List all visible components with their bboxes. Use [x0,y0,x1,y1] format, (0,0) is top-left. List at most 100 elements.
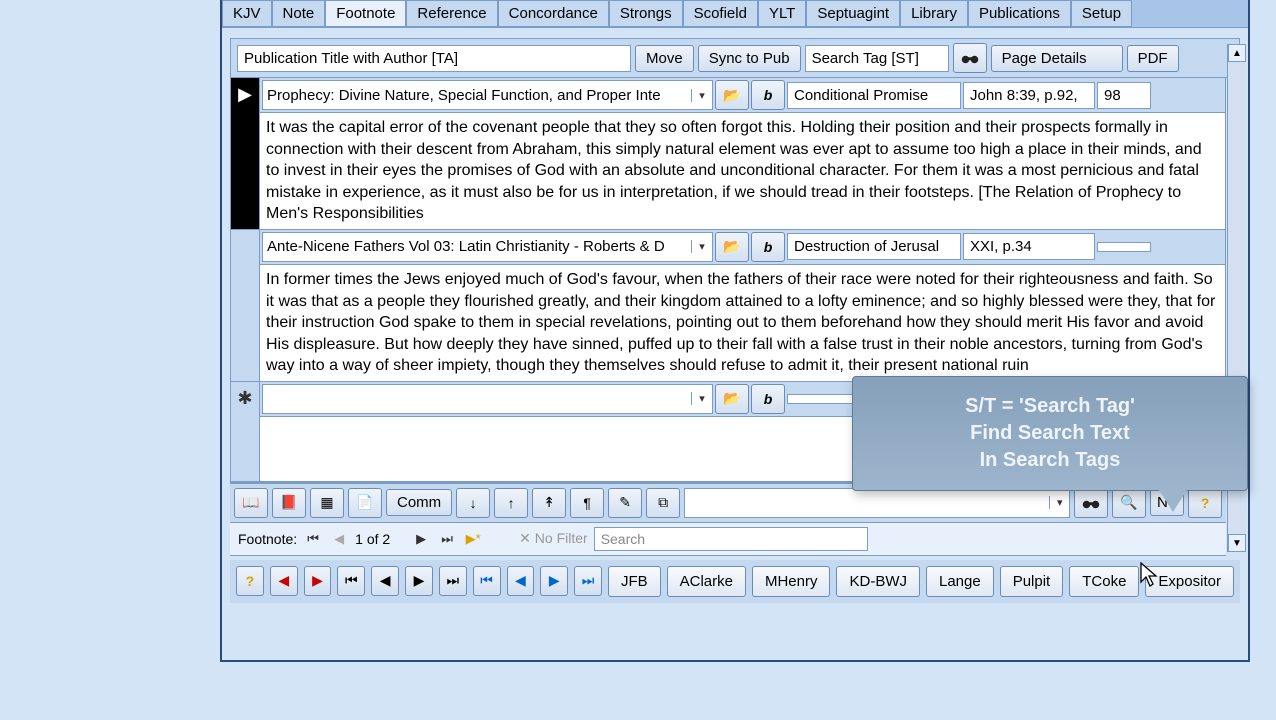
open-folder-icon[interactable]: 📂 [715,80,749,110]
edit-page-icon[interactable]: ✎ [608,488,642,518]
chevron-down-icon[interactable]: ▾ [691,89,712,102]
grid-icon[interactable]: ▦ [310,488,344,518]
binoculars-icon[interactable] [1074,488,1108,518]
entry-body-text[interactable]: It was the capital error of the covenant… [260,113,1225,229]
binoculars-icon[interactable] [953,43,987,73]
chevron-down-icon[interactable]: ▾ [691,392,712,405]
first-record-icon[interactable]: ⏮ [303,529,323,549]
tab-septuagint[interactable]: Septuagint [806,0,900,27]
tab-row: KJVNoteFootnoteReferenceConcordanceStron… [222,0,1248,28]
bold-italic-icon[interactable]: b [751,384,785,414]
prev-blue-icon[interactable]: ◀ [507,566,535,596]
prev-record-icon[interactable]: ◀ [329,529,349,549]
open-folder-icon[interactable]: 📂 [715,232,749,262]
commentary-pulpit[interactable]: Pulpit [1000,566,1064,597]
commentary-tcoke[interactable]: TCoke [1069,566,1139,597]
entry-page-field[interactable] [1097,242,1151,252]
next-red-icon[interactable]: ▶ [304,566,332,596]
publication-title-field[interactable]: Publication Title with Author [TA] [237,45,631,72]
next-black-icon[interactable]: ▶ [405,566,433,596]
entry-title-input[interactable] [263,388,691,409]
tab-scofield[interactable]: Scofield [683,0,758,27]
entry-tag-field[interactable]: Conditional Promise [787,82,961,109]
commentary-mhenry[interactable]: MHenry [752,566,831,597]
last-record-icon[interactable]: ⏭ [437,529,457,549]
tab-library[interactable]: Library [900,0,968,27]
commentary-lange[interactable]: Lange [926,566,994,597]
tooltip-line: Find Search Text [865,420,1235,447]
next-blue-icon[interactable]: ▶ [540,566,568,596]
open-folder-icon[interactable]: 📂 [715,384,749,414]
tab-publications[interactable]: Publications [968,0,1071,27]
tab-setup[interactable]: Setup [1071,0,1132,27]
sync-to-pub-button[interactable]: Sync to Pub [698,45,801,72]
tab-ylt[interactable]: YLT [758,0,806,27]
record-nav: Footnote: ⏮ ◀ 1 of 2 ▶ ⏭ ▶* ✕ No Filter … [230,523,1226,556]
entry-title-combo[interactable]: ▾ [262,80,713,110]
entry-title-input[interactable] [263,85,691,106]
move-button[interactable]: Move [635,45,694,72]
prev-red-icon[interactable]: ◀ [270,566,298,596]
record-gutter[interactable] [231,230,260,381]
link-icon[interactable]: ⧉ [646,488,680,518]
header-tools: Publication Title with Author [TA] Move … [230,38,1240,78]
chevron-down-icon[interactable]: ▾ [691,240,712,253]
commentary-aclarke[interactable]: AClarke [667,566,746,597]
arrow-up-icon[interactable]: ↑ [494,488,528,518]
nav-search-input[interactable]: Search [594,527,868,551]
help-icon[interactable]: ? [236,566,264,596]
footnote-entry: ▾📂bDestruction of JerusalXXI, p.34In for… [231,230,1225,382]
pdf-button[interactable]: PDF [1127,45,1179,72]
tab-reference[interactable]: Reference [406,0,497,27]
page-details-button[interactable]: Page Details [991,45,1123,72]
entry-body-text[interactable]: In former times the Jews enjoyed much of… [260,265,1225,381]
entry-header: ▾📂bDestruction of JerusalXXI, p.34 [260,230,1225,265]
entry-title-combo[interactable]: ▾ [262,232,713,262]
tab-kjv[interactable]: KJV [222,0,272,27]
entry-title-input[interactable] [263,236,691,257]
arrow-top-icon[interactable]: ↟ [532,488,566,518]
record-position: 1 of 2 [355,531,405,547]
book-icon[interactable]: 📕 [272,488,306,518]
comm-button[interactable]: Comm [386,489,452,516]
search-tag-tooltip: S/T = 'Search Tag' Find Search Text In S… [852,376,1248,491]
first-blue-icon[interactable]: ⏮ [473,566,501,596]
chevron-down-icon[interactable]: ▾ [1049,496,1069,509]
entry-page-field[interactable]: 98 [1097,82,1151,109]
commentary-kd-bwj[interactable]: KD-BWJ [836,566,920,597]
search-combo-input[interactable] [685,492,1049,513]
arrow-down-icon[interactable]: ↓ [456,488,490,518]
page-icon[interactable]: 📄 [348,488,382,518]
entry-tag-field[interactable]: Destruction of Jerusal [787,233,961,260]
book-open-icon[interactable]: 📖 [234,488,268,518]
tab-footnote[interactable]: Footnote [325,0,406,27]
paragraph-icon[interactable]: ¶ [570,488,604,518]
tooltip-line: In Search Tags [865,447,1235,474]
next-record-icon[interactable]: ▶ [411,529,431,549]
search-tag-field[interactable]: Search Tag [ST] [805,45,949,72]
find-page-icon[interactable]: 🔍 [1112,488,1146,518]
current-record-marker-icon[interactable]: ▶ [231,78,260,229]
prev-black-icon[interactable]: ◀ [371,566,399,596]
tooltip-line: S/T = 'Search Tag' [865,393,1235,420]
bold-italic-icon[interactable]: b [751,80,785,110]
tab-concordance[interactable]: Concordance [498,0,609,27]
last-black-icon[interactable]: ⏭ [439,566,467,596]
commentary-jfb[interactable]: JFB [608,566,661,597]
search-combo[interactable]: ▾ [684,488,1070,518]
entry-title-combo[interactable]: ▾ [262,384,713,414]
help-icon[interactable]: ? [1188,488,1222,518]
tab-note[interactable]: Note [272,0,326,27]
bold-italic-icon[interactable]: b [751,232,785,262]
entry-ref-field[interactable]: John 8:39, p.92, [963,82,1095,109]
scroll-up-icon[interactable]: ▲ [1228,44,1246,62]
new-record-marker-icon[interactable]: ✱ [231,382,260,481]
no-filter-label[interactable]: ✕ No Filter [519,530,588,547]
entry-ref-field[interactable]: XXI, p.34 [963,233,1095,260]
new-record-icon[interactable]: ▶* [463,529,483,549]
tab-strongs[interactable]: Strongs [609,0,683,27]
first-black-icon[interactable]: ⏮ [337,566,365,596]
last-blue-icon[interactable]: ⏭ [574,566,602,596]
scroll-down-icon[interactable]: ▼ [1228,534,1246,552]
commentary-expositor[interactable]: Expositor [1145,566,1234,597]
